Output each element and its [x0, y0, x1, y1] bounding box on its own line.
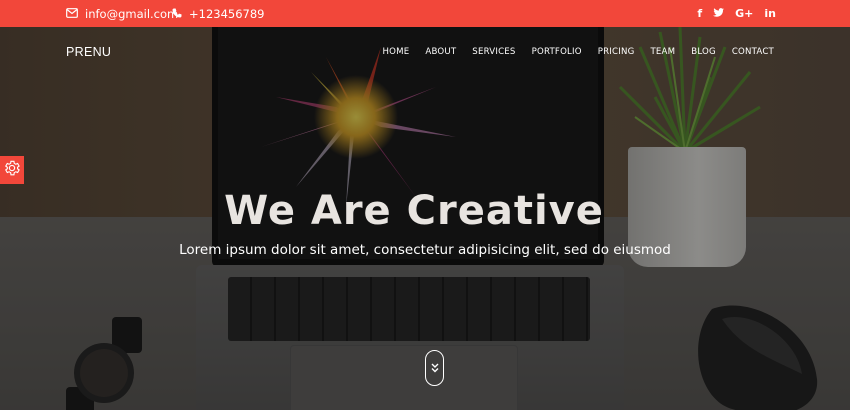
contact-email[interactable]: info@gmail.com: [66, 0, 178, 27]
top-contact-bar: info@gmail.com +123456789 f G+ in: [0, 0, 850, 27]
main-nav: HOME ABOUT SERVICES PORTFOLIO PRICING TE…: [382, 47, 774, 57]
contact-phone[interactable]: +123456789: [172, 0, 265, 27]
nav-contact[interactable]: CONTACT: [732, 47, 774, 57]
chevrons-down-icon: [430, 359, 440, 378]
hero-title: We Are Creative: [224, 188, 604, 234]
facebook-icon[interactable]: f: [697, 7, 702, 20]
phone-text: +123456789: [189, 6, 265, 21]
linkedin-icon[interactable]: in: [764, 7, 776, 20]
nav-portfolio[interactable]: PORTFOLIO: [532, 47, 582, 57]
twitter-icon[interactable]: [713, 7, 725, 20]
gear-icon: [3, 159, 21, 181]
envelope-icon: [66, 7, 85, 21]
settings-toggle-button[interactable]: [0, 156, 24, 184]
email-text: info@gmail.com: [85, 6, 179, 21]
nav-services[interactable]: SERVICES: [472, 47, 515, 57]
hero-subtitle: Lorem ipsum dolor sit amet, consectetur …: [179, 242, 671, 258]
google-plus-icon[interactable]: G+: [735, 7, 753, 20]
phone-icon: [172, 7, 189, 21]
nav-about[interactable]: ABOUT: [425, 47, 456, 57]
scroll-down-button[interactable]: [425, 350, 444, 386]
nav-home[interactable]: HOME: [382, 47, 409, 57]
brand-logo[interactable]: PRENU: [66, 45, 111, 59]
nav-pricing[interactable]: PRICING: [598, 47, 635, 57]
nav-team[interactable]: TEAM: [650, 47, 675, 57]
social-links: f G+ in: [697, 0, 776, 27]
nav-blog[interactable]: BLOG: [691, 47, 716, 57]
